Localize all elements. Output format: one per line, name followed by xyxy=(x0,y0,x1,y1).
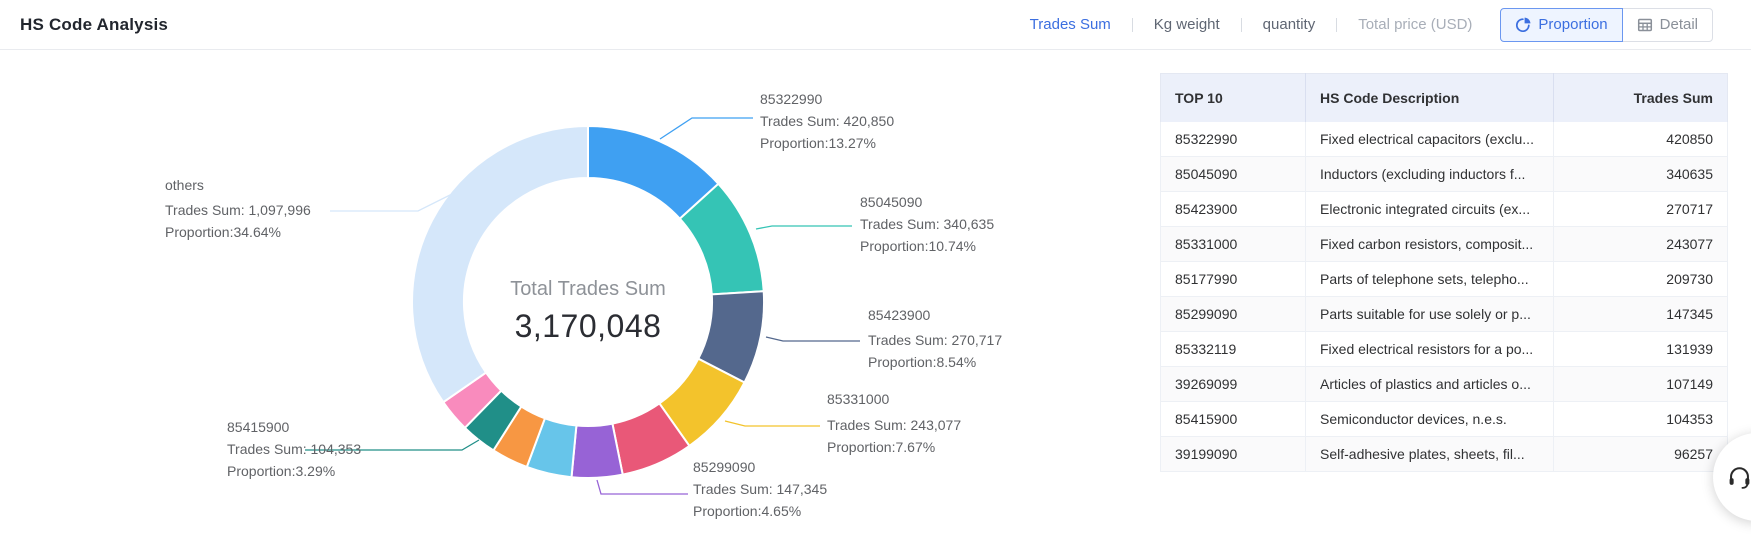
pie-label-line: 85322990 xyxy=(760,91,823,107)
pie-callout-85322990: 85322990 Trades Sum: 420,850 Proportion:13… xyxy=(660,91,894,151)
pie-label-line: Trades Sum: 270,717 xyxy=(868,332,1002,348)
detail-button-label: Detail xyxy=(1660,16,1698,33)
pie-callout-others: others Trades Sum: 1,097,996 Proportion:34… xyxy=(165,177,460,240)
description-cell: Semiconductor devices, n.e.s. xyxy=(1306,402,1554,437)
hs-code-cell: 39269099 xyxy=(1161,367,1306,402)
hs-code-cell: 85177990 xyxy=(1161,262,1306,297)
hs-code-analysis-page: HS Code Analysis Trades Sum Kg weight qu… xyxy=(0,0,1751,537)
pie-label-line: Proportion:8.54% xyxy=(868,354,976,370)
table-row: 85423900 Electronic integrated circuits … xyxy=(1161,192,1728,227)
pie-label-line: 85045090 xyxy=(860,194,923,210)
pie-chart-icon xyxy=(1515,17,1531,33)
table-row: 39199090 Self-adhesive plates, sheets, f… xyxy=(1161,437,1728,472)
description-cell: Parts of telephone sets, telepho... xyxy=(1306,262,1554,297)
metric-tabs: Trades Sum Kg weight quantity Total pric… xyxy=(1030,0,1713,49)
trades-sum-cell: 270717 xyxy=(1554,192,1728,227)
pie-label-line: Trades Sum: 340,635 xyxy=(860,216,994,232)
pie-label-line: 85415900 xyxy=(227,419,290,435)
column-header-trades-sum: Trades Sum xyxy=(1554,74,1728,123)
description-cell: Electronic integrated circuits (ex... xyxy=(1306,192,1554,227)
pie-callout-85415900: 85415900 Trades Sum: 104,353 Proportion:3.… xyxy=(227,419,479,479)
tab-separator xyxy=(1336,18,1337,32)
pie-label-line: 85423900 xyxy=(868,307,931,323)
trades-sum-cell: 147345 xyxy=(1554,297,1728,332)
table-row: 85332119 Fixed electrical resistors for … xyxy=(1161,332,1728,367)
hs-code-cell: 85322990 xyxy=(1161,122,1306,157)
tab-trades-sum[interactable]: Trades Sum xyxy=(1030,16,1111,33)
pie-label-line: Proportion:34.64% xyxy=(165,224,281,240)
pie-slice-others[interactable] xyxy=(412,126,588,402)
tab-kg-weight[interactable]: Kg weight xyxy=(1154,16,1220,33)
top10-table: TOP 10 HS Code Description Trades Sum 85… xyxy=(1160,73,1727,472)
hs-code-cell: 85045090 xyxy=(1161,157,1306,192)
hs-code-cell: 39199090 xyxy=(1161,437,1306,472)
page-title: HS Code Analysis xyxy=(20,0,168,49)
column-header-description: HS Code Description xyxy=(1306,74,1554,123)
chart-center-label: Total Trades Sum xyxy=(510,278,666,300)
pie-label-line: others xyxy=(165,177,204,193)
description-cell: Fixed carbon resistors, composit... xyxy=(1306,227,1554,262)
trades-sum-cell: 107149 xyxy=(1554,367,1728,402)
table-row: 85322990 Fixed electrical capacitors (ex… xyxy=(1161,122,1728,157)
pie-label-line: Proportion:13.27% xyxy=(760,135,876,151)
pie-label-line: Trades Sum: 243,077 xyxy=(827,417,961,433)
trades-sum-cell: 420850 xyxy=(1554,122,1728,157)
tab-quantity[interactable]: quantity xyxy=(1263,16,1316,33)
table-row: 85415900 Semiconductor devices, n.e.s. 1… xyxy=(1161,402,1728,437)
table-row: 85331000 Fixed carbon resistors, composi… xyxy=(1161,227,1728,262)
pie-label-line: Trades Sum: 147,345 xyxy=(693,481,827,497)
pie-label-line: 85299090 xyxy=(693,459,756,475)
pie-label-line: Proportion:3.29% xyxy=(227,463,335,479)
pie-label-line: Proportion:7.67% xyxy=(827,439,935,455)
pie-label-line: Trades Sum: 1,097,996 xyxy=(165,202,311,218)
pie-label-line: Trades Sum: 420,850 xyxy=(760,113,894,129)
pie-label-line: 85331000 xyxy=(827,391,890,407)
description-cell: Self-adhesive plates, sheets, fil... xyxy=(1306,437,1554,472)
hs-code-cell: 85299090 xyxy=(1161,297,1306,332)
hs-code-cell: 85423900 xyxy=(1161,192,1306,227)
description-cell: Articles of plastics and articles o... xyxy=(1306,367,1554,402)
description-cell: Fixed electrical capacitors (exclu... xyxy=(1306,122,1554,157)
proportion-button-label: Proportion xyxy=(1538,16,1607,33)
table-row: 39269099 Articles of plastics and articl… xyxy=(1161,367,1728,402)
table-row: 85177990 Parts of telephone sets, teleph… xyxy=(1161,262,1728,297)
pie-callout-85045090: 85045090 Trades Sum: 340,635 Proportion:10… xyxy=(756,194,994,254)
table-row: 85299090 Parts suitable for use solely o… xyxy=(1161,297,1728,332)
top-bar: HS Code Analysis Trades Sum Kg weight qu… xyxy=(0,0,1751,50)
pie-label-line: Proportion:10.74% xyxy=(860,238,976,254)
hs-code-cell: 85415900 xyxy=(1161,402,1306,437)
pie-callout-85423900: 85423900 Trades Sum: 270,717 Proportion:8.… xyxy=(766,307,1002,370)
trades-sum-cell: 96257 xyxy=(1554,437,1728,472)
description-cell: Inductors (excluding inductors f... xyxy=(1306,157,1554,192)
trades-sum-cell: 131939 xyxy=(1554,332,1728,367)
tab-total-price[interactable]: Total price (USD) xyxy=(1358,16,1472,33)
table-row: 85045090 Inductors (excluding inductors … xyxy=(1161,157,1728,192)
table-header-row: TOP 10 HS Code Description Trades Sum xyxy=(1161,74,1728,123)
pie-callout-85331000: 85331000 Trades Sum: 243,077 Proportion:7.… xyxy=(725,391,961,455)
column-header-top10: TOP 10 xyxy=(1161,74,1306,123)
hs-code-cell: 85332119 xyxy=(1161,332,1306,367)
headset-icon xyxy=(1713,464,1751,491)
trades-sum-cell: 340635 xyxy=(1554,157,1728,192)
pie-label-line: Proportion:4.65% xyxy=(693,503,801,519)
view-toggle-group: Proportion Detail xyxy=(1500,8,1713,42)
chart-center-value: 3,170,048 xyxy=(515,308,662,344)
trades-sum-cell: 104353 xyxy=(1554,402,1728,437)
hs-code-cell: 85331000 xyxy=(1161,227,1306,262)
trades-sum-cell: 209730 xyxy=(1554,262,1728,297)
pie-label-line: Trades Sum: 104,353 xyxy=(227,441,361,457)
table-icon xyxy=(1637,17,1653,33)
description-cell: Fixed electrical resistors for a po... xyxy=(1306,332,1554,367)
trades-sum-cell: 243077 xyxy=(1554,227,1728,262)
description-cell: Parts suitable for use solely or p... xyxy=(1306,297,1554,332)
tab-separator xyxy=(1132,18,1133,32)
pie-slice-85299090[interactable] xyxy=(572,424,623,478)
donut-chart: 85322990 Trades Sum: 420,850 Proportion:13… xyxy=(0,50,1040,537)
detail-button[interactable]: Detail xyxy=(1622,8,1713,42)
proportion-button[interactable]: Proportion xyxy=(1500,8,1622,42)
tab-separator xyxy=(1241,18,1242,32)
